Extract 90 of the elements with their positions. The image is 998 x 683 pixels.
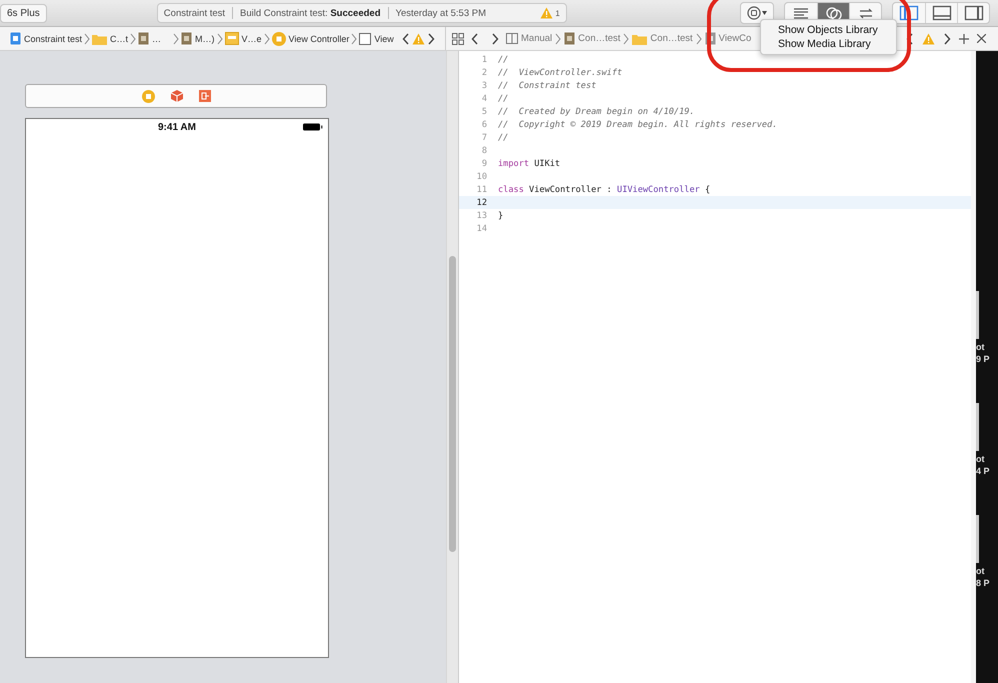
left-panel-icon (899, 5, 919, 21)
project-name: Constraint test (164, 8, 226, 18)
file-thumbnail (976, 515, 979, 563)
jump-bar-item[interactable]: Con…test (632, 32, 693, 44)
jump-bar-item[interactable]: Manual (506, 33, 552, 44)
document-icon (10, 32, 21, 45)
code-text: // Created by Dream begin on 4/10/19. (498, 106, 695, 116)
menu-item[interactable]: Show Media Library (761, 37, 896, 51)
build-status: Build Constraint test: Succeeded (240, 8, 381, 18)
chevron-icon (555, 32, 562, 44)
grid-icon[interactable] (452, 32, 464, 44)
code-text: } (498, 210, 504, 220)
file-thumbnail (976, 403, 979, 451)
jump-bar-item[interactable]: Con…test (564, 32, 620, 45)
jump-bar-item[interactable]: Constraint test (10, 32, 82, 45)
chevron-icon (351, 32, 358, 44)
line-number: 13 (476, 210, 488, 220)
status-bar-time: 9:41 AM (158, 122, 196, 132)
library-button[interactable] (740, 2, 774, 24)
desktop-file-label: 4 P (976, 465, 990, 477)
line-number: 8 (480, 146, 488, 156)
add-icon[interactable] (959, 34, 969, 44)
back-icon[interactable] (471, 32, 479, 44)
desktop-file-label: ot (976, 453, 984, 465)
chevron-icon (84, 32, 90, 44)
desktop-file-label: ot (976, 565, 984, 577)
menu-item[interactable]: Show Objects Library (761, 23, 896, 37)
jump-bar-item[interactable]: M…) (181, 32, 215, 45)
line-number: 1 (480, 54, 488, 64)
line-number: 11 (476, 184, 488, 194)
chevron-icon (264, 32, 270, 44)
exit-icon[interactable] (198, 90, 210, 102)
warning-icon (540, 7, 554, 19)
desktop-file-label: ot (976, 341, 984, 353)
code-text: // Constraint test (498, 80, 596, 90)
jump-bar-item[interactable]: V…e (224, 32, 262, 45)
code-text: // (498, 94, 508, 104)
line-number: 7 (480, 132, 488, 142)
warning-icon (412, 32, 425, 44)
next-issue-icon[interactable] (426, 32, 435, 44)
document-icon (138, 32, 150, 45)
chevron-icon (173, 32, 180, 44)
document-icon (564, 32, 576, 45)
line-number: 14 (476, 224, 488, 234)
line-number: 9 (480, 158, 488, 168)
jump-bar-item[interactable]: … (138, 32, 162, 45)
battery-icon (303, 123, 323, 131)
line-number: 5 (480, 106, 488, 116)
desktop-file-label: 8 P (976, 577, 990, 589)
jump-bar-item[interactable]: C…t (92, 32, 128, 44)
right-panel-icon (964, 5, 984, 21)
scroll-thumb[interactable] (449, 256, 456, 552)
chevron-icon (216, 32, 223, 44)
chevron-icon (130, 32, 136, 44)
window-icon (224, 32, 239, 45)
dropdown-caret-icon (762, 11, 767, 15)
jump-bar-item[interactable]: ViewCo (704, 32, 752, 45)
code-text: // (498, 132, 508, 142)
chevron-icon (696, 32, 702, 44)
jump-bar-item[interactable]: View (359, 32, 394, 44)
cube-icon[interactable] (170, 90, 182, 102)
code-text: // Copyright © 2019 Dream begin. All rights reserved. (498, 120, 778, 130)
document-icon (181, 32, 192, 45)
chevron-icon (623, 32, 630, 44)
next-issue-icon[interactable] (943, 32, 951, 44)
code-text: // ViewController.swift (498, 68, 622, 78)
line-number: 4 (480, 94, 488, 104)
desktop-file-label: 9 P (976, 353, 990, 365)
line-number: 6 (480, 120, 488, 130)
previous-issue-icon[interactable] (402, 32, 410, 44)
jump-bar-item[interactable]: View Controller (272, 32, 350, 46)
build-time: Yesterday at 5:53 PM (396, 8, 486, 18)
bottom-panel-icon (932, 5, 952, 21)
line-number: 3 (480, 80, 488, 90)
device-selector[interactable]: 6s Plus (0, 4, 47, 22)
line-number: 10 (476, 172, 488, 182)
warning-count: 1 (555, 8, 560, 18)
folder-icon (632, 32, 648, 44)
file-thumbnail (976, 291, 979, 339)
warning-icon (922, 32, 935, 44)
code-text: class ViewController : UIViewController { (498, 184, 710, 194)
line-number: 2 (480, 68, 488, 78)
split-view-icon (506, 33, 518, 44)
code-text: import UIKit (498, 158, 560, 168)
code-text: // (498, 54, 508, 64)
square-icon (359, 32, 372, 44)
line-number: 12 (476, 198, 488, 208)
folder-icon (92, 32, 108, 44)
forward-icon[interactable] (491, 32, 499, 44)
close-icon[interactable] (977, 34, 986, 43)
